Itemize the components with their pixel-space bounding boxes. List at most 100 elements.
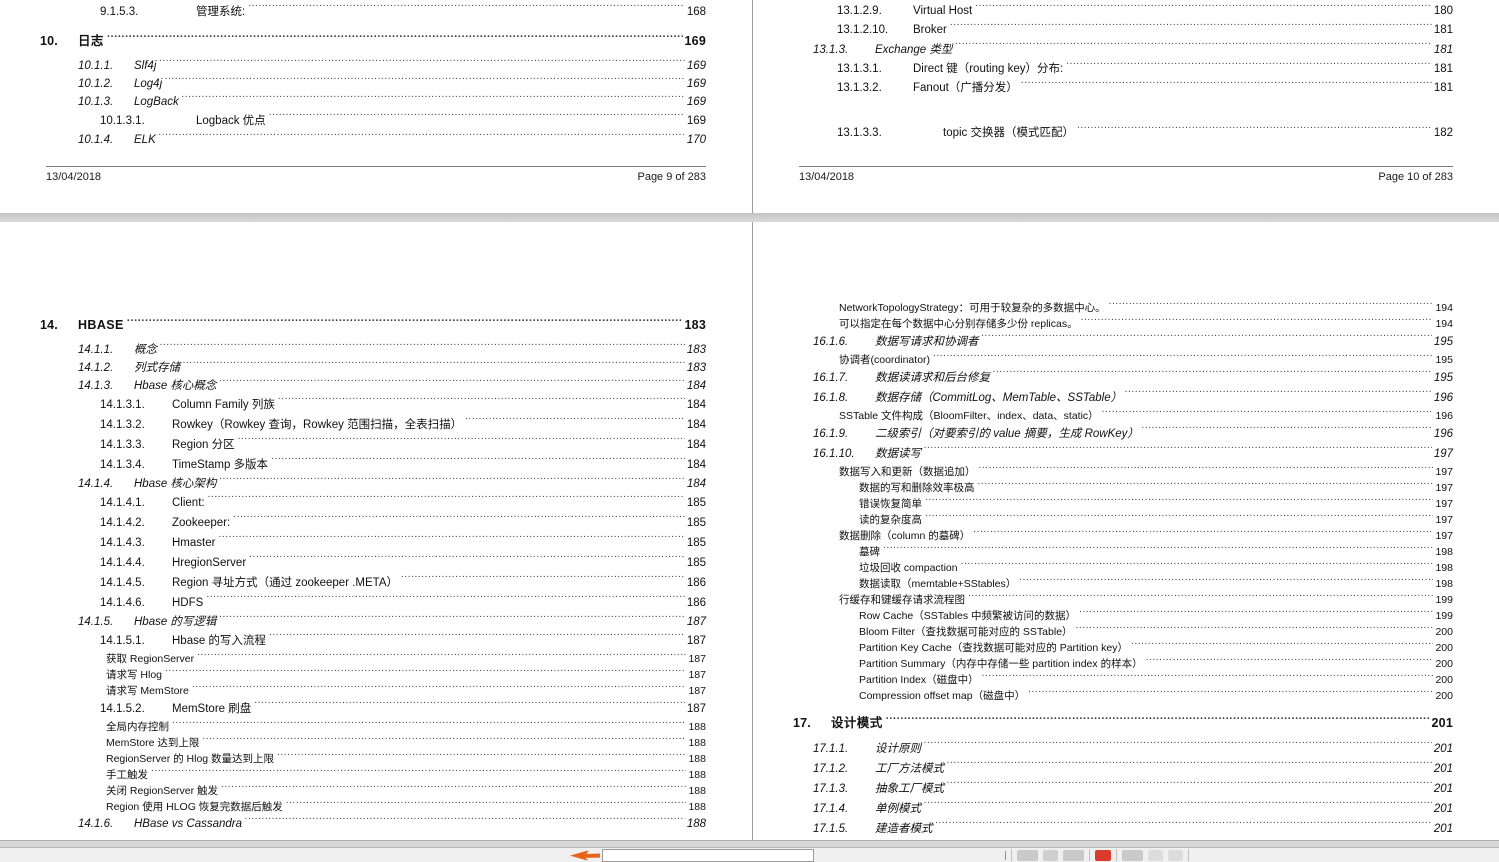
toc-entry[interactable]: 14.1.5.1. Hbase 的写入流程 187 (40, 631, 706, 651)
toc-entry[interactable]: 14.1.3.2. Rowkey（Rowkey 查询，Rowkey 范围扫描，全表… (40, 415, 706, 435)
window-button-2[interactable] (1043, 849, 1058, 861)
toc-entry[interactable]: 垃圾回收 compaction 198 (793, 560, 1453, 576)
toc-entry[interactable]: 13.1.2.9. Virtual Host 180 (793, 2, 1453, 21)
toolbar-separator (1089, 849, 1090, 861)
toc-entry[interactable]: 16.1.6. 数据写请求和协调者 195 (793, 332, 1453, 352)
toc-entry[interactable]: NetworkTopologyStrategy：可用于较复杂的多数据中心。 194 (793, 300, 1453, 316)
toc-entry[interactable]: 13.1.3.1. Direct 键（routing key）分布: 181 (793, 60, 1453, 79)
toc-entry[interactable]: 16.1.7. 数据读请求和后台修复 195 (793, 368, 1453, 388)
toc-entry[interactable]: Row Cache（SSTables 中频繁被访问的数据） 199 (793, 608, 1453, 624)
toc-entry[interactable]: Compression offset map（磁盘中） 200 (793, 688, 1453, 704)
toc-entry[interactable]: 请求写 Hlog 187 (40, 667, 706, 683)
toc-entry[interactable]: 14.1.3. Hbase 核心概念 184 (40, 377, 706, 395)
toc-entry-page-number: 183 (686, 362, 706, 374)
toc-entry[interactable]: 13.1.3.2. Fanout（广播分发） 181 (793, 79, 1453, 98)
toc-entry[interactable]: 数据删除（column 的墓碑） 197 (793, 528, 1453, 544)
footer-date: 13/04/2018 (799, 171, 855, 183)
toc-entry[interactable]: 请求写 MemStore 187 (40, 683, 706, 699)
window-button-5[interactable] (1148, 849, 1163, 861)
toc-leader-dots (924, 741, 1432, 753)
toc-entry-number: 16.1.8. (813, 392, 849, 404)
toc-entry[interactable]: 14.1.3.3. Region 分区 184 (40, 435, 706, 455)
toc-entry[interactable]: 墓碑 198 (793, 544, 1453, 560)
toc-entry[interactable]: 手工触发 188 (40, 767, 706, 783)
toc-entry-label: HBase vs Cassandra (134, 818, 243, 830)
toc-entry[interactable]: 数据写入和更新（数据追加） 197 (793, 464, 1453, 480)
toc-entry[interactable]: 14.1.4.2. Zookeeper: 185 (40, 513, 706, 533)
toc-entry[interactable]: 10.1.1. Slf4j 169 (40, 57, 706, 75)
toc-entry-label: RegionServer 的 Hlog 数量达到上限 (106, 753, 275, 765)
toc-entry[interactable]: 17.1.1. 设计原则 201 (793, 739, 1453, 759)
orange-arrow-icon (570, 850, 600, 861)
toc-entry[interactable]: MemStore 达到上限 188 (40, 735, 706, 751)
toc-entry[interactable]: 14.1.4.5. Region 寻址方式（通过 zookeeper .META）… (40, 573, 706, 593)
toc-entry[interactable]: 17.1.5. 建造者模式 201 (793, 819, 1453, 839)
toc-leader-dots (1131, 641, 1433, 652)
toc-entry[interactable]: 14.1.3.4. TimeStamp 多版本 184 (40, 455, 706, 475)
toc-entry[interactable]: 17. 设计模式 201 (793, 713, 1453, 733)
search-input[interactable] (602, 848, 814, 862)
toc-entry[interactable]: 全局内存控制 188 (40, 719, 706, 735)
toolbar-separator (1011, 849, 1012, 861)
toc-entry[interactable]: 9.1.5.3. 管理系统: 168 (40, 2, 706, 22)
toc-entry-number: 9.1.5.3. (100, 6, 139, 18)
toc-entry[interactable]: 读的复杂度高 197 (793, 512, 1453, 528)
toc-list-page11: 14.HBASE18314.1.1.概念18314.1.2.列式存储18314.… (0, 222, 752, 840)
toc-leader-dots (925, 497, 1433, 508)
toc-entry[interactable]: 14.1.6. HBase vs Cassandra 188 (40, 815, 706, 833)
window-button-6[interactable] (1168, 849, 1183, 861)
toc-entry[interactable]: 14.1.5. Hbase 的写逻辑 187 (40, 613, 706, 631)
toc-entry[interactable]: 13.1.3. Exchange 类型 181 (793, 40, 1453, 60)
toc-entry[interactable]: 14.1.4.3. Hmaster 185 (40, 533, 706, 553)
toc-entry[interactable]: Partition Index（磁盘中） 200 (793, 672, 1453, 688)
toc-entry[interactable]: 16.1.10. 数据读写 197 (793, 444, 1453, 464)
toc-entry[interactable]: 17.1.4. 单例模式 201 (793, 799, 1453, 819)
toc-entry[interactable]: 可以指定在每个数据中心分别存储多少份 replicas。 194 (793, 316, 1453, 332)
toc-entry-label: Fanout（广播分发） (913, 82, 1018, 94)
toc-entry[interactable]: 错误恢复简单 197 (793, 496, 1453, 512)
toc-entry[interactable]: 14.1.3.1. Column Family 列族 184 (40, 395, 706, 415)
toc-entry[interactable]: Partition Key Cache（查找数据可能对应的 Partition … (793, 640, 1453, 656)
toc-entry[interactable]: 关闭 RegionServer 触发 188 (40, 783, 706, 799)
window-button-4[interactable] (1122, 849, 1143, 861)
toc-entry[interactable]: 13.1.3.3. topic 交换器（模式匹配） 182 (793, 124, 1453, 143)
toc-entry[interactable]: 数据的写和删除效率极高 197 (793, 480, 1453, 496)
toc-entry[interactable]: 14.1.4.1. Client: 185 (40, 493, 706, 513)
toc-leader-dots (925, 513, 1433, 524)
toc-entry[interactable]: 10.1.3. LogBack 169 (40, 93, 706, 111)
toc-entry[interactable]: 14.1.5.2. MemStore 刷盘 187 (40, 699, 706, 719)
toc-entry[interactable]: Bloom Filter（查找数据可能对应的 SSTable） 200 (793, 624, 1453, 640)
toc-entry[interactable]: RegionServer 的 Hlog 数量达到上限 188 (40, 751, 706, 767)
pdf-app-button[interactable] (1095, 849, 1111, 861)
toc-entry[interactable]: 获取 RegionServer 187 (40, 651, 706, 667)
toc-entry[interactable]: 14.1.4. Hbase 核心架构 184 (40, 475, 706, 493)
toc-entry[interactable]: 16.1.8. 数据存储（CommitLog、MemTable、SSTable） 1… (793, 388, 1453, 408)
toc-entry[interactable]: 13.1.2.10. Broker 181 (793, 21, 1453, 40)
toc-entry[interactable]: 17.1.2. 工厂方法模式 201 (793, 759, 1453, 779)
toc-entry[interactable]: 14.1.4.4. HregionServer 185 (40, 553, 706, 573)
toc-entry[interactable]: 16.1.9. 二级索引（对要索引的 value 摘要，生成 RowKey） 196 (793, 424, 1453, 444)
toc-entry[interactable]: 10.1.3.1. Logback 优点 169 (40, 111, 706, 131)
toc-entry[interactable]: 10.1.4. ELK 170 (40, 131, 706, 149)
window-button-1[interactable] (1017, 849, 1038, 861)
toc-entry-label: 读的复杂度高 (859, 514, 922, 526)
toc-entry[interactable]: 17.1.3. 抽象工厂模式 201 (793, 779, 1453, 799)
toc-entry-label: 数据读请求和后台修复 (875, 372, 990, 384)
toc-entry[interactable]: SSTable 文件构成（BloomFilter、index、data、stat… (793, 408, 1453, 424)
toc-entry-page-number: 188 (686, 818, 706, 830)
toc-entry[interactable]: Region 使用 HLOG 恢复完数据后触发 188 (40, 799, 706, 815)
toc-entry[interactable]: 14.1.4.6. HDFS 186 (40, 593, 706, 613)
toc-entry[interactable]: 14. HBASE 183 (40, 315, 706, 335)
toc-entry[interactable]: 数据读取（memtable+SStables） 198 (793, 576, 1453, 592)
window-button-3[interactable] (1063, 849, 1084, 861)
toc-leader-dots (160, 342, 685, 354)
toc-entry[interactable]: 协调者(coordinator) 195 (793, 352, 1453, 368)
toc-entry[interactable]: 行缓存和键缓存请求流程图 199 (793, 592, 1453, 608)
toc-entry[interactable]: 14.1.2. 列式存储 183 (40, 359, 706, 377)
toc-entry[interactable]: 14.1.1. 概念 183 (40, 341, 706, 359)
toc-entry[interactable]: 10.1.2. Log4j 169 (40, 75, 706, 93)
toc-entry-page-number: 197 (1435, 466, 1453, 478)
toc-entry[interactable]: Partition Summary（内存中存储一些 partition inde… (793, 656, 1453, 672)
toc-leader-dots (1125, 390, 1432, 402)
toc-entry[interactable]: 10. 日志 169 (40, 31, 706, 51)
